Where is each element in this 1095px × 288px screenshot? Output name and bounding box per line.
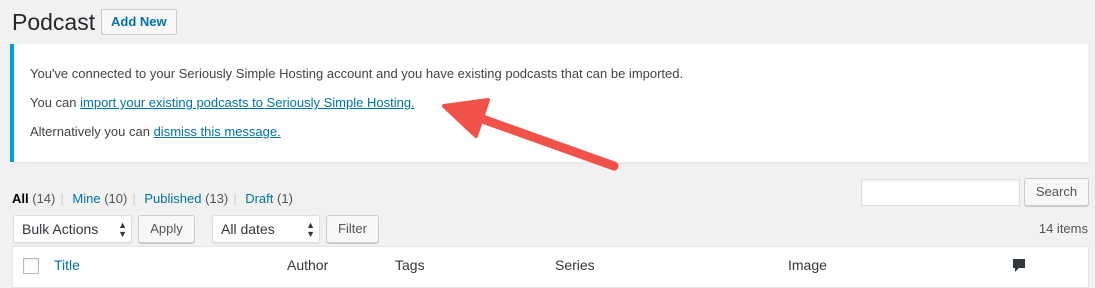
import-podcasts-link[interactable]: import your existing podcasts to Serious… [80,95,415,110]
status-filter-links: All (14) | Mine (10) | Published (13) | Dra… [12,191,293,206]
arrow-head [442,98,490,138]
select-arrows-icon: ▲ ▼ [118,220,127,239]
items-count: 14 items [1038,221,1088,236]
filter-all-label[interactable]: All [12,191,29,206]
notice-line-dismiss: Alternatively you can dismiss this messa… [30,123,281,141]
search-button[interactable]: Search [1024,178,1089,206]
column-image: Image [788,257,827,273]
filter-draft-count: (1) [277,191,293,206]
apply-button[interactable]: Apply [138,215,195,243]
notice-line-import: You can import your existing podcasts to… [30,94,415,112]
notice-import-prefix: You can [30,95,81,110]
filter-mine-link[interactable]: Mine [72,191,100,206]
column-title-sort-link[interactable]: Title [54,257,80,273]
arrow-shaft [469,111,619,171]
search-input[interactable] [861,179,1020,206]
notice-dismiss-prefix: Alternatively you can [30,124,154,139]
filter-separator: | [60,191,64,206]
comment-bubble-icon [1013,259,1025,272]
date-filter-select[interactable]: All dates ▲ ▼ [212,215,320,243]
filter-separator: | [132,191,136,206]
dismiss-message-link[interactable]: dismiss this message. [154,124,281,139]
date-filter-value: All dates [221,221,275,237]
column-series: Series [555,257,595,273]
filter-published-count: (13) [205,191,229,206]
select-all-checkbox[interactable] [23,258,39,274]
notice-line-connected: You've connected to your Seriously Simpl… [30,66,684,81]
select-arrows-icon: ▲ ▼ [306,220,315,239]
column-tags: Tags [395,257,425,273]
column-author: Author [287,257,329,273]
filter-button[interactable]: Filter [326,215,379,243]
filter-published-link[interactable]: Published [144,191,201,206]
filter-draft-link[interactable]: Draft [245,191,273,206]
page-title: Podcast [12,9,96,35]
posts-table-header: Title Author Tags Series Image [12,246,1089,288]
bulk-actions-value: Bulk Actions [22,221,99,237]
filter-separator: | [233,191,237,206]
filter-all-count: (14) [32,191,56,206]
bulk-actions-select[interactable]: Bulk Actions ▲ ▼ [13,215,132,243]
filter-mine-count: (10) [104,191,128,206]
add-new-button[interactable]: Add New [101,9,177,35]
red-arrow-icon [442,98,619,171]
